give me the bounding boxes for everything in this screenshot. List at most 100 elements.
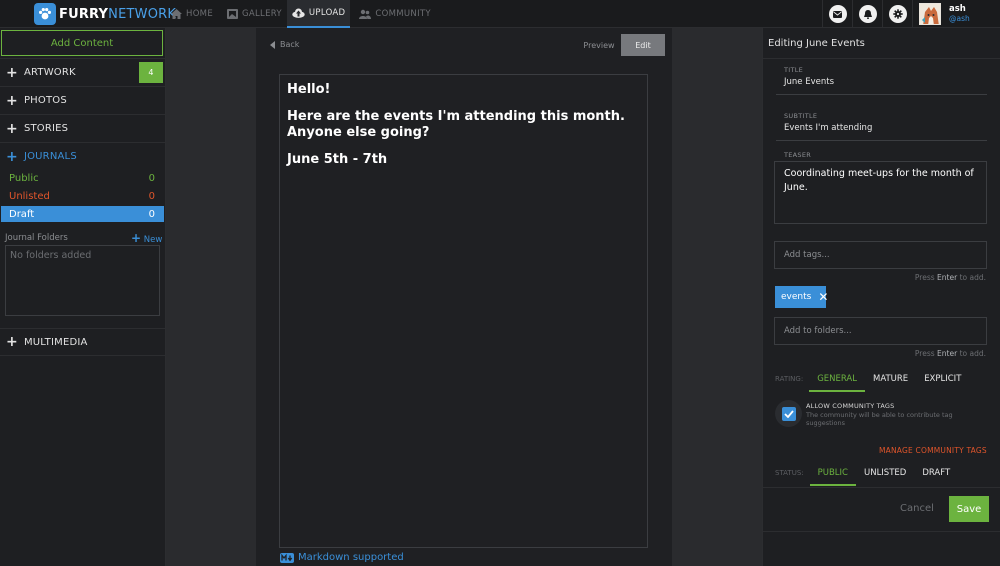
hint-prefix: Press xyxy=(914,349,935,358)
rating-explicit[interactable]: EXPLICIT xyxy=(916,374,969,390)
sidebar-section-label: JOURNALS xyxy=(23,151,77,162)
add-content-button[interactable]: Add Content xyxy=(1,30,163,56)
sidebar-section-label: ARTWORK xyxy=(23,67,76,78)
settings-button[interactable] xyxy=(882,0,912,28)
home-icon xyxy=(171,9,182,19)
content-sidebar: Add Content + ARTWORK 4 + PHOTOS + STORI… xyxy=(0,28,166,566)
sidebar-section-stories[interactable]: + STORIES xyxy=(0,114,165,142)
close-icon[interactable]: ✕ xyxy=(818,290,828,304)
plus-icon: + xyxy=(131,231,142,245)
sidebar-section-journals[interactable]: + JOURNALS xyxy=(0,142,165,170)
teaser-label: TEASER xyxy=(784,151,812,159)
edit-button[interactable]: Edit xyxy=(621,34,665,56)
hint-key: Enter xyxy=(937,349,958,358)
main-nav: HOME GALLERY UPLOAD COMMUNITY xyxy=(166,0,436,28)
upload-icon xyxy=(292,8,305,18)
filter-count: 0 xyxy=(148,190,155,202)
journal-body-editor[interactable]: Hello! Here are the events I'm attending… xyxy=(279,74,648,548)
avatar xyxy=(919,3,941,25)
rating-mature[interactable]: MATURE xyxy=(865,374,916,390)
notifications-button[interactable] xyxy=(852,0,882,28)
artwork-count-badge: 4 xyxy=(139,62,163,83)
back-button[interactable]: Back xyxy=(270,40,299,49)
nav-community[interactable]: COMMUNITY xyxy=(354,0,435,28)
top-bar: FURRYNETWORK HOME GALLERY UPLOAD COMMUNI… xyxy=(0,0,1000,28)
logo-text-furry: FURRY xyxy=(59,6,109,22)
user-name: ash xyxy=(949,4,966,14)
status-draft[interactable]: DRAFT xyxy=(914,468,958,484)
sidebar-section-label: STORIES xyxy=(23,123,69,134)
new-folder-button[interactable]: + New xyxy=(131,231,162,245)
title-field[interactable]: June Events xyxy=(784,77,834,87)
markdown-label: Markdown supported xyxy=(298,552,404,563)
status-selector: STATUS: PUBLIC UNLISTED DRAFT xyxy=(775,468,958,488)
gallery-icon xyxy=(227,9,238,19)
save-button[interactable]: Save xyxy=(949,496,989,522)
status-label: STATUS: xyxy=(775,469,804,477)
allow-community-tags-label: ALLOW COMMUNITY TAGS xyxy=(806,402,895,410)
tags-input[interactable]: Add tags... xyxy=(774,241,987,269)
markdown-help-link[interactable]: Markdown supported xyxy=(280,552,404,563)
preview-button[interactable]: Preview xyxy=(577,34,621,56)
hint-suffix: to add. xyxy=(959,273,986,282)
folders-input[interactable]: Add to folders... xyxy=(774,317,987,345)
editor-paragraph: Hello! xyxy=(287,82,331,97)
subtitle-field[interactable]: Events I'm attending xyxy=(784,123,872,133)
plus-icon: + xyxy=(6,334,18,350)
nav-community-label: COMMUNITY xyxy=(375,9,431,19)
teaser-textarea[interactable]: Coordinating meet-ups for the month of J… xyxy=(774,161,987,224)
cancel-button[interactable]: Cancel xyxy=(900,503,934,514)
nav-home[interactable]: HOME xyxy=(166,0,218,28)
gear-icon xyxy=(892,9,903,19)
editor-paragraph: June 5th - 7th xyxy=(287,152,388,167)
sidebar-section-artwork[interactable]: + ARTWORK 4 xyxy=(0,58,165,86)
community-icon xyxy=(359,9,372,19)
status-public[interactable]: PUBLIC xyxy=(809,468,856,486)
journal-folders-list: No folders added xyxy=(5,245,160,316)
rating-selector: RATING: GENERAL MATURE EXPLICIT xyxy=(775,374,969,394)
logo[interactable]: FURRYNETWORK xyxy=(34,2,176,26)
divider xyxy=(762,58,1000,59)
manage-community-tags-link[interactable]: MANAGE COMMUNITY TAGS xyxy=(879,446,987,455)
journal-filter-public[interactable]: Public 0 xyxy=(1,170,164,186)
editor-paragraph: Here are the events I'm attending this m… xyxy=(287,109,625,140)
filter-label: Draft xyxy=(9,208,35,220)
hint-suffix: to add. xyxy=(959,349,986,358)
user-handle: @ash xyxy=(949,14,970,23)
filter-count: 0 xyxy=(148,172,155,184)
user-menu[interactable]: ash @ash xyxy=(912,0,1000,28)
back-label: Back xyxy=(280,40,300,49)
tags-hint: Press Enter to add. xyxy=(915,273,986,282)
tag-chip: events ✕ xyxy=(775,286,828,308)
plus-icon: + xyxy=(6,120,18,137)
nav-gallery-label: GALLERY xyxy=(242,9,282,19)
sidebar-section-photos[interactable]: + PHOTOS xyxy=(0,86,165,114)
filter-label: Public xyxy=(9,172,39,184)
new-folder-label: New xyxy=(143,235,163,245)
paw-icon xyxy=(34,3,56,25)
divider xyxy=(762,531,1000,532)
title-label: TITLE xyxy=(784,66,804,74)
sidebar-section-label: PHOTOS xyxy=(23,95,67,106)
messages-button[interactable] xyxy=(822,0,852,28)
sidebar-section-multimedia[interactable]: + MULTIMEDIA xyxy=(0,328,165,356)
nav-gallery[interactable]: GALLERY xyxy=(222,0,287,28)
panel-heading: Editing June Events xyxy=(768,38,865,49)
filter-count: 0 xyxy=(148,208,155,220)
rating-general[interactable]: GENERAL xyxy=(809,374,865,392)
bell-icon xyxy=(863,9,872,19)
allow-community-tags-checkbox[interactable] xyxy=(775,400,802,427)
folders-hint: Press Enter to add. xyxy=(915,349,986,358)
journal-folders-label: Journal Folders xyxy=(5,233,68,243)
journal-filter-draft[interactable]: Draft 0 xyxy=(1,206,164,222)
nav-upload[interactable]: UPLOAD xyxy=(286,0,351,28)
status-unlisted[interactable]: UNLISTED xyxy=(856,468,914,484)
divider xyxy=(776,94,987,95)
empty-folders-text: No folders added xyxy=(10,250,92,261)
journal-filter-unlisted[interactable]: Unlisted 0 xyxy=(1,188,164,204)
markdown-icon xyxy=(280,552,294,563)
nav-upload-label: UPLOAD xyxy=(308,8,346,18)
sidebar-section-label: MULTIMEDIA xyxy=(23,336,88,348)
plus-icon: + xyxy=(6,92,18,109)
top-right-controls: ash @ash xyxy=(822,0,1000,28)
